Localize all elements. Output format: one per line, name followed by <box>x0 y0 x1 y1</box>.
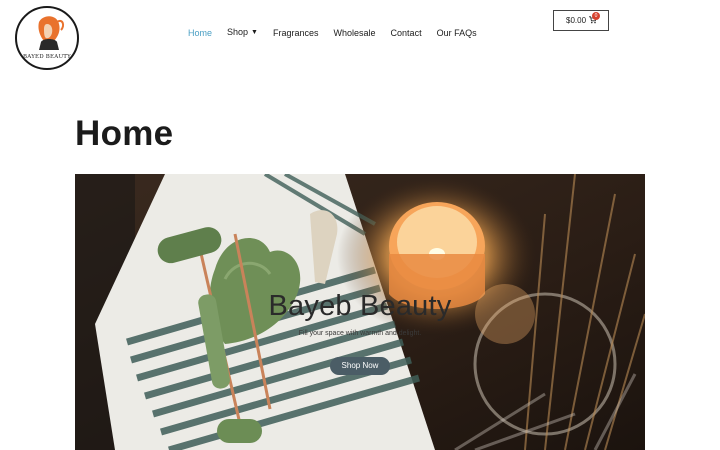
shop-now-button[interactable]: Shop Now <box>330 357 390 375</box>
nav-item-faqs[interactable]: Our FAQs <box>437 27 477 39</box>
page-title: Home <box>75 114 174 153</box>
main-nav: Home Shop ▼ Fragrances Wholesale Contact … <box>188 26 492 40</box>
nav-item-fragrances[interactable]: Fragrances <box>273 27 319 39</box>
nav-item-shop-label: Shop <box>227 27 249 37</box>
cart-count-badge: 0 <box>592 12 600 20</box>
logo-emblem-icon <box>38 16 65 50</box>
brand-logo[interactable]: BAYED BEAUTY <box>15 6 79 70</box>
hero-subtitle: Fill your space with warmth and delight. <box>298 330 422 337</box>
cart-button[interactable]: $0.00 0 <box>553 10 609 31</box>
chevron-down-icon: ▼ <box>251 29 258 36</box>
cart-amount: $0.00 <box>566 16 587 25</box>
nav-item-home[interactable]: Home <box>188 27 212 39</box>
nav-item-shop[interactable]: Shop ▼ <box>227 26 258 40</box>
logo-text: BAYED BEAUTY <box>23 54 71 60</box>
hero-banner: Bayeb Beauty Fill your space with warmth… <box>75 174 645 450</box>
nav-item-contact[interactable]: Contact <box>391 27 422 39</box>
hero-title: Bayeb Beauty <box>268 290 452 322</box>
nav-item-wholesale[interactable]: Wholesale <box>334 27 376 39</box>
